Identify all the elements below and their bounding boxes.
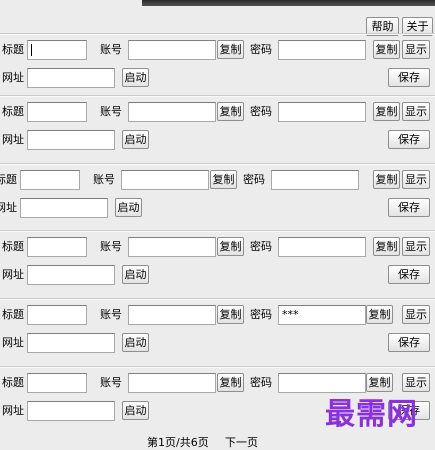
launch-button[interactable]: 启动 — [122, 265, 149, 284]
account-input[interactable] — [128, 305, 216, 325]
copy-account-button[interactable]: 复制 — [210, 170, 237, 189]
account-input[interactable] — [128, 102, 216, 122]
url-label: 网址 — [2, 71, 24, 84]
title-label: 标题 — [2, 240, 24, 253]
save-button[interactable]: 保存 — [388, 130, 430, 149]
launch-button[interactable]: 启动 — [122, 130, 149, 149]
text-cursor — [31, 44, 32, 56]
title-input[interactable] — [27, 237, 87, 257]
password-label: 密码 — [243, 173, 265, 186]
account-input[interactable] — [128, 237, 216, 257]
url-label: 网址 — [2, 404, 24, 417]
url-input[interactable] — [20, 198, 108, 218]
launch-button[interactable]: 启动 — [122, 68, 149, 87]
copy-password-button[interactable]: 复制 — [373, 170, 400, 189]
launch-button[interactable]: 启动 — [122, 401, 149, 420]
title-input[interactable] — [20, 170, 80, 190]
password-input[interactable]: *** — [278, 305, 366, 325]
copy-account-button[interactable]: 复制 — [217, 237, 244, 256]
show-password-button[interactable]: 显示 — [402, 102, 430, 121]
password-label: 密码 — [250, 43, 272, 56]
title-label: 标题 — [2, 105, 24, 118]
show-password-button[interactable]: 显示 — [402, 237, 430, 256]
password-input[interactable] — [278, 102, 366, 122]
launch-button[interactable]: 启动 — [115, 198, 142, 217]
url-input[interactable] — [27, 401, 115, 421]
password-label: 密码 — [250, 308, 272, 321]
account-label: 账号 — [100, 240, 122, 253]
account-input[interactable] — [121, 170, 209, 190]
save-button[interactable]: 保存 — [388, 68, 430, 87]
account-label: 账号 — [100, 376, 122, 389]
password-input[interactable] — [278, 373, 366, 393]
account-label: 账号 — [100, 308, 122, 321]
copy-password-button[interactable]: 复制 — [373, 102, 400, 121]
next-page-link[interactable]: 下一页 — [225, 436, 258, 450]
account-input[interactable] — [128, 373, 216, 393]
save-button[interactable]: 保存 — [388, 265, 430, 284]
url-input[interactable] — [27, 333, 115, 353]
password-input[interactable] — [271, 170, 359, 190]
page-info: 第1页/共6页 — [147, 436, 209, 449]
copy-password-button[interactable]: 复制 — [366, 305, 393, 324]
account-input[interactable] — [128, 40, 216, 60]
title-input[interactable] — [27, 305, 87, 325]
password-label: 密码 — [250, 376, 272, 389]
url-input[interactable] — [27, 265, 115, 285]
url-label: 网址 — [2, 268, 24, 281]
window-title-strip — [142, 0, 435, 6]
account-label: 账号 — [100, 43, 122, 56]
watermark-logo: 最需网 — [325, 397, 418, 432]
copy-account-button[interactable]: 复制 — [217, 305, 244, 324]
password-input[interactable] — [278, 237, 366, 257]
show-password-button[interactable]: 显示 — [402, 40, 430, 59]
account-label: 账号 — [93, 173, 115, 186]
copy-password-button[interactable]: 复制 — [373, 40, 400, 59]
title-input[interactable] — [27, 373, 87, 393]
title-label: 标题 — [2, 43, 24, 56]
title-label: 标题 — [2, 376, 24, 389]
copy-account-button[interactable]: 复制 — [217, 102, 244, 121]
title-input[interactable] — [27, 40, 87, 60]
url-label: 网址 — [2, 336, 24, 349]
show-password-button[interactable]: 显示 — [402, 170, 430, 189]
save-button[interactable]: 保存 — [388, 333, 430, 352]
launch-button[interactable]: 启动 — [122, 333, 149, 352]
show-password-button[interactable]: 显示 — [402, 305, 430, 324]
url-label: 网址 — [2, 133, 24, 146]
password-label: 密码 — [250, 240, 272, 253]
title-input[interactable] — [27, 102, 87, 122]
url-input[interactable] — [27, 130, 115, 150]
copy-account-button[interactable]: 复制 — [217, 373, 244, 392]
title-label: 标题 — [2, 308, 24, 321]
save-button[interactable]: 保存 — [388, 198, 430, 217]
url-input[interactable] — [27, 68, 115, 88]
account-label: 账号 — [100, 105, 122, 118]
url-label: 网址 — [0, 201, 17, 214]
title-label: 标题 — [0, 173, 17, 186]
password-label: 密码 — [250, 105, 272, 118]
copy-account-button[interactable]: 复制 — [217, 40, 244, 59]
password-input[interactable] — [278, 40, 366, 60]
copy-password-button[interactable]: 复制 — [366, 373, 393, 392]
show-password-button[interactable]: 显示 — [402, 373, 430, 392]
copy-password-button[interactable]: 复制 — [373, 237, 400, 256]
